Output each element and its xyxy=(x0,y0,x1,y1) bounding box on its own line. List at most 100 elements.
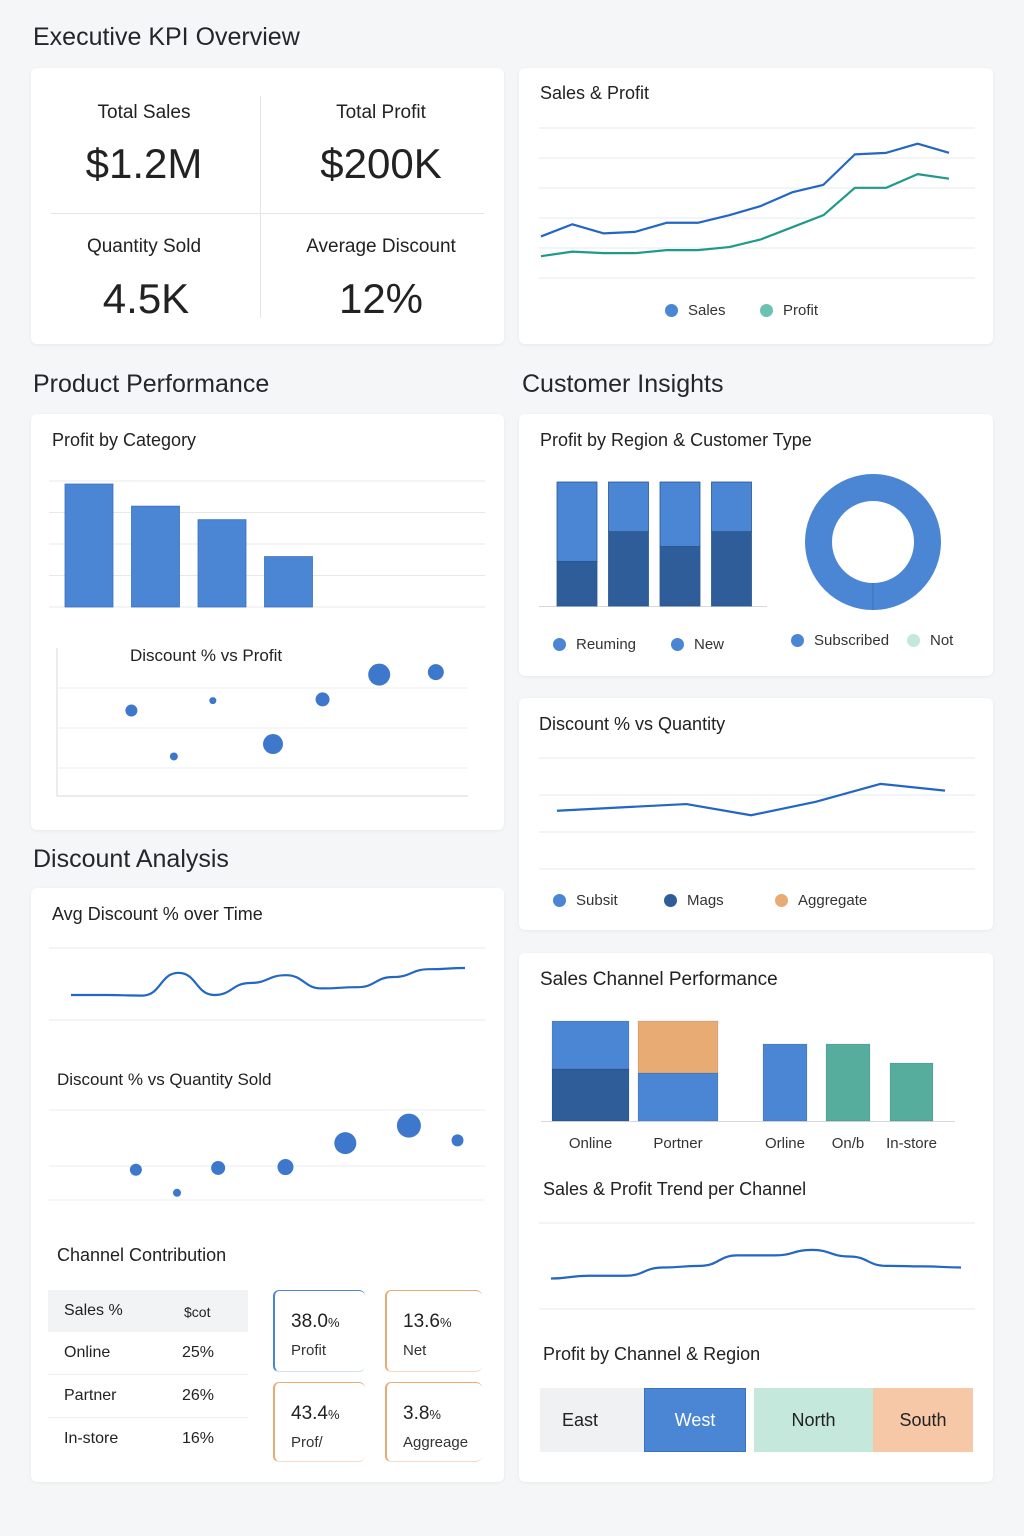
legend-profit: Profit xyxy=(760,302,818,319)
table-header-cost: $cot xyxy=(184,1304,211,1320)
channel-tick-label: Orline xyxy=(765,1135,805,1152)
kpi-label-total-profit: Total Profit xyxy=(336,102,426,123)
legend-subscribed-dot xyxy=(791,634,804,647)
region-bar-segment-new xyxy=(659,481,701,547)
legend-mags-dot xyxy=(664,894,677,907)
table-cell-name: In-store xyxy=(64,1430,119,1447)
category-bar xyxy=(197,519,247,608)
legend-sales: Sales xyxy=(665,302,726,319)
product-performance-card: Profit by Category Discount % vs Profit xyxy=(31,414,504,830)
contrib-card-value: 43.4% xyxy=(291,1403,340,1425)
legend-not-dot xyxy=(907,634,920,647)
contrib-card-value: 3.8% xyxy=(403,1403,441,1425)
discount-vs-quantity-card: Discount % vs Quantity Subsit Mags Aggre… xyxy=(519,698,993,930)
legend-new-label: New xyxy=(694,636,725,653)
kpi-value-average-discount: 12% xyxy=(338,275,424,322)
profit-by-region-customer-title: Profit by Region & Customer Type xyxy=(540,430,812,450)
scatter-point xyxy=(169,752,178,761)
kpi-value-total-profit: $200K xyxy=(320,140,442,187)
legend-subscribed-label: Subscribed xyxy=(814,632,890,649)
sales-profit-title: Sales & Profit xyxy=(540,83,650,103)
legend-reuming: Reuming xyxy=(553,636,636,653)
legend-subsit-label: Subsit xyxy=(576,892,618,909)
legend-subscribed: Subscribed xyxy=(791,632,889,649)
scatter-point xyxy=(129,1163,142,1176)
scatter-point xyxy=(211,1160,226,1175)
table-cell-value: 16% xyxy=(182,1430,215,1447)
contrib-card-value: 38.0% xyxy=(291,1311,340,1333)
category-bar xyxy=(264,556,313,608)
channel-bar-segment xyxy=(889,1062,934,1122)
table-row: Online 25% xyxy=(48,1332,248,1375)
legend-aggregate-dot xyxy=(775,894,788,907)
region-bar-segment-reuming xyxy=(608,531,649,607)
category-bar xyxy=(131,505,180,608)
table-cell-value: 25% xyxy=(182,1344,215,1361)
series-line-sales_profit_trend_channel xyxy=(550,1248,962,1280)
channel-tick-label: Online xyxy=(569,1135,612,1152)
channel-tick-label: Portner xyxy=(653,1135,702,1152)
channel-bar-segment xyxy=(762,1043,808,1122)
channel-contribution-table: Sales % $cot Online 25% Partner 26% In-s… xyxy=(48,1290,248,1460)
channel-bar-segment xyxy=(637,1020,719,1074)
trend-per-channel-title: Sales & Profit Trend per Channel xyxy=(543,1179,807,1199)
contrib-card-number: 3.8 xyxy=(403,1403,430,1424)
scatter-point xyxy=(315,692,330,707)
region-cell-east: East xyxy=(540,1388,644,1452)
channel-bar-segment xyxy=(551,1020,630,1070)
contrib-card-label: Prof/ xyxy=(291,1434,323,1451)
region-heatmap: East West North South xyxy=(540,1388,973,1452)
contrib-card-number: 38.0 xyxy=(291,1311,328,1332)
discount-vs-profit-title: Discount % vs Profit xyxy=(130,646,283,665)
legend-new-dot xyxy=(671,638,684,651)
region-cell-label: West xyxy=(674,1409,716,1430)
contrib-card-number: 13.6 xyxy=(403,1311,440,1332)
avg-discount-time-title: Avg Discount % over Time xyxy=(52,904,263,924)
donut-slice-subscribed xyxy=(805,474,941,610)
profit-by-category-chart xyxy=(49,480,485,608)
contrib-card-unit: % xyxy=(327,1407,340,1422)
kpi-label-quantity-sold: Quantity Sold xyxy=(86,236,202,257)
kpi-label-total-sales: Total Sales xyxy=(97,102,191,123)
scatter-point xyxy=(173,1188,182,1197)
channel-tick-label: In-store xyxy=(886,1135,937,1152)
legend-profit-label: Profit xyxy=(783,302,819,319)
page-title: Executive KPI Overview xyxy=(33,23,300,51)
customer-insights-card: Profit by Region & Customer Type Reuming… xyxy=(519,414,993,676)
sales-channel-card: Sales Channel Performance Online Portner O… xyxy=(519,953,993,1482)
series-line-subsit xyxy=(556,782,946,817)
legend-not: Not xyxy=(907,632,953,649)
region-bar-segment-reuming xyxy=(556,560,598,607)
discount-analysis-card: Avg Discount % over Time Discount % vs Q… xyxy=(31,888,504,1482)
contrib-card-label: Profit xyxy=(291,1342,327,1359)
discount-vs-quantity-sold-chart xyxy=(49,1109,485,1201)
region-cell-north: North xyxy=(754,1388,873,1452)
kpi-divider-horizontal xyxy=(51,213,484,214)
legend-reuming-dot xyxy=(553,638,566,651)
avg-discount-time-chart xyxy=(49,947,485,1021)
scatter-point xyxy=(334,1132,357,1155)
section-title-customer: Customer Insights xyxy=(522,370,724,398)
channel-contribution-title: Channel Contribution xyxy=(57,1245,227,1265)
legend-aggregate: Aggregate xyxy=(775,892,867,909)
table-row: Partner 26% xyxy=(48,1375,248,1418)
contrib-card-label: Net xyxy=(403,1342,427,1359)
profit-by-region-customer-chart xyxy=(539,481,767,607)
subscription-donut-chart xyxy=(805,474,941,610)
region-cell-label: North xyxy=(791,1409,836,1430)
contrib-card-number: 43.4 xyxy=(291,1403,328,1424)
series-line-avg_discount_time xyxy=(71,966,466,997)
region-bar-segment-new xyxy=(608,481,649,532)
series-line-profit xyxy=(540,173,950,258)
kpi-divider-vertical xyxy=(260,96,261,318)
scatter-point xyxy=(368,663,391,686)
kpi-value-total-sales: $1.2M xyxy=(85,140,203,187)
legend-subsit: Subsit xyxy=(553,892,618,909)
scatter-point xyxy=(451,1134,464,1147)
profit-channel-region-title: Profit by Channel & Region xyxy=(543,1344,761,1364)
region-cell-south: South xyxy=(873,1388,973,1452)
scatter-point xyxy=(396,1113,421,1138)
region-bar-segment-reuming xyxy=(659,546,701,607)
legend-sales-dot xyxy=(665,304,678,317)
sales-profit-chart xyxy=(539,127,975,279)
